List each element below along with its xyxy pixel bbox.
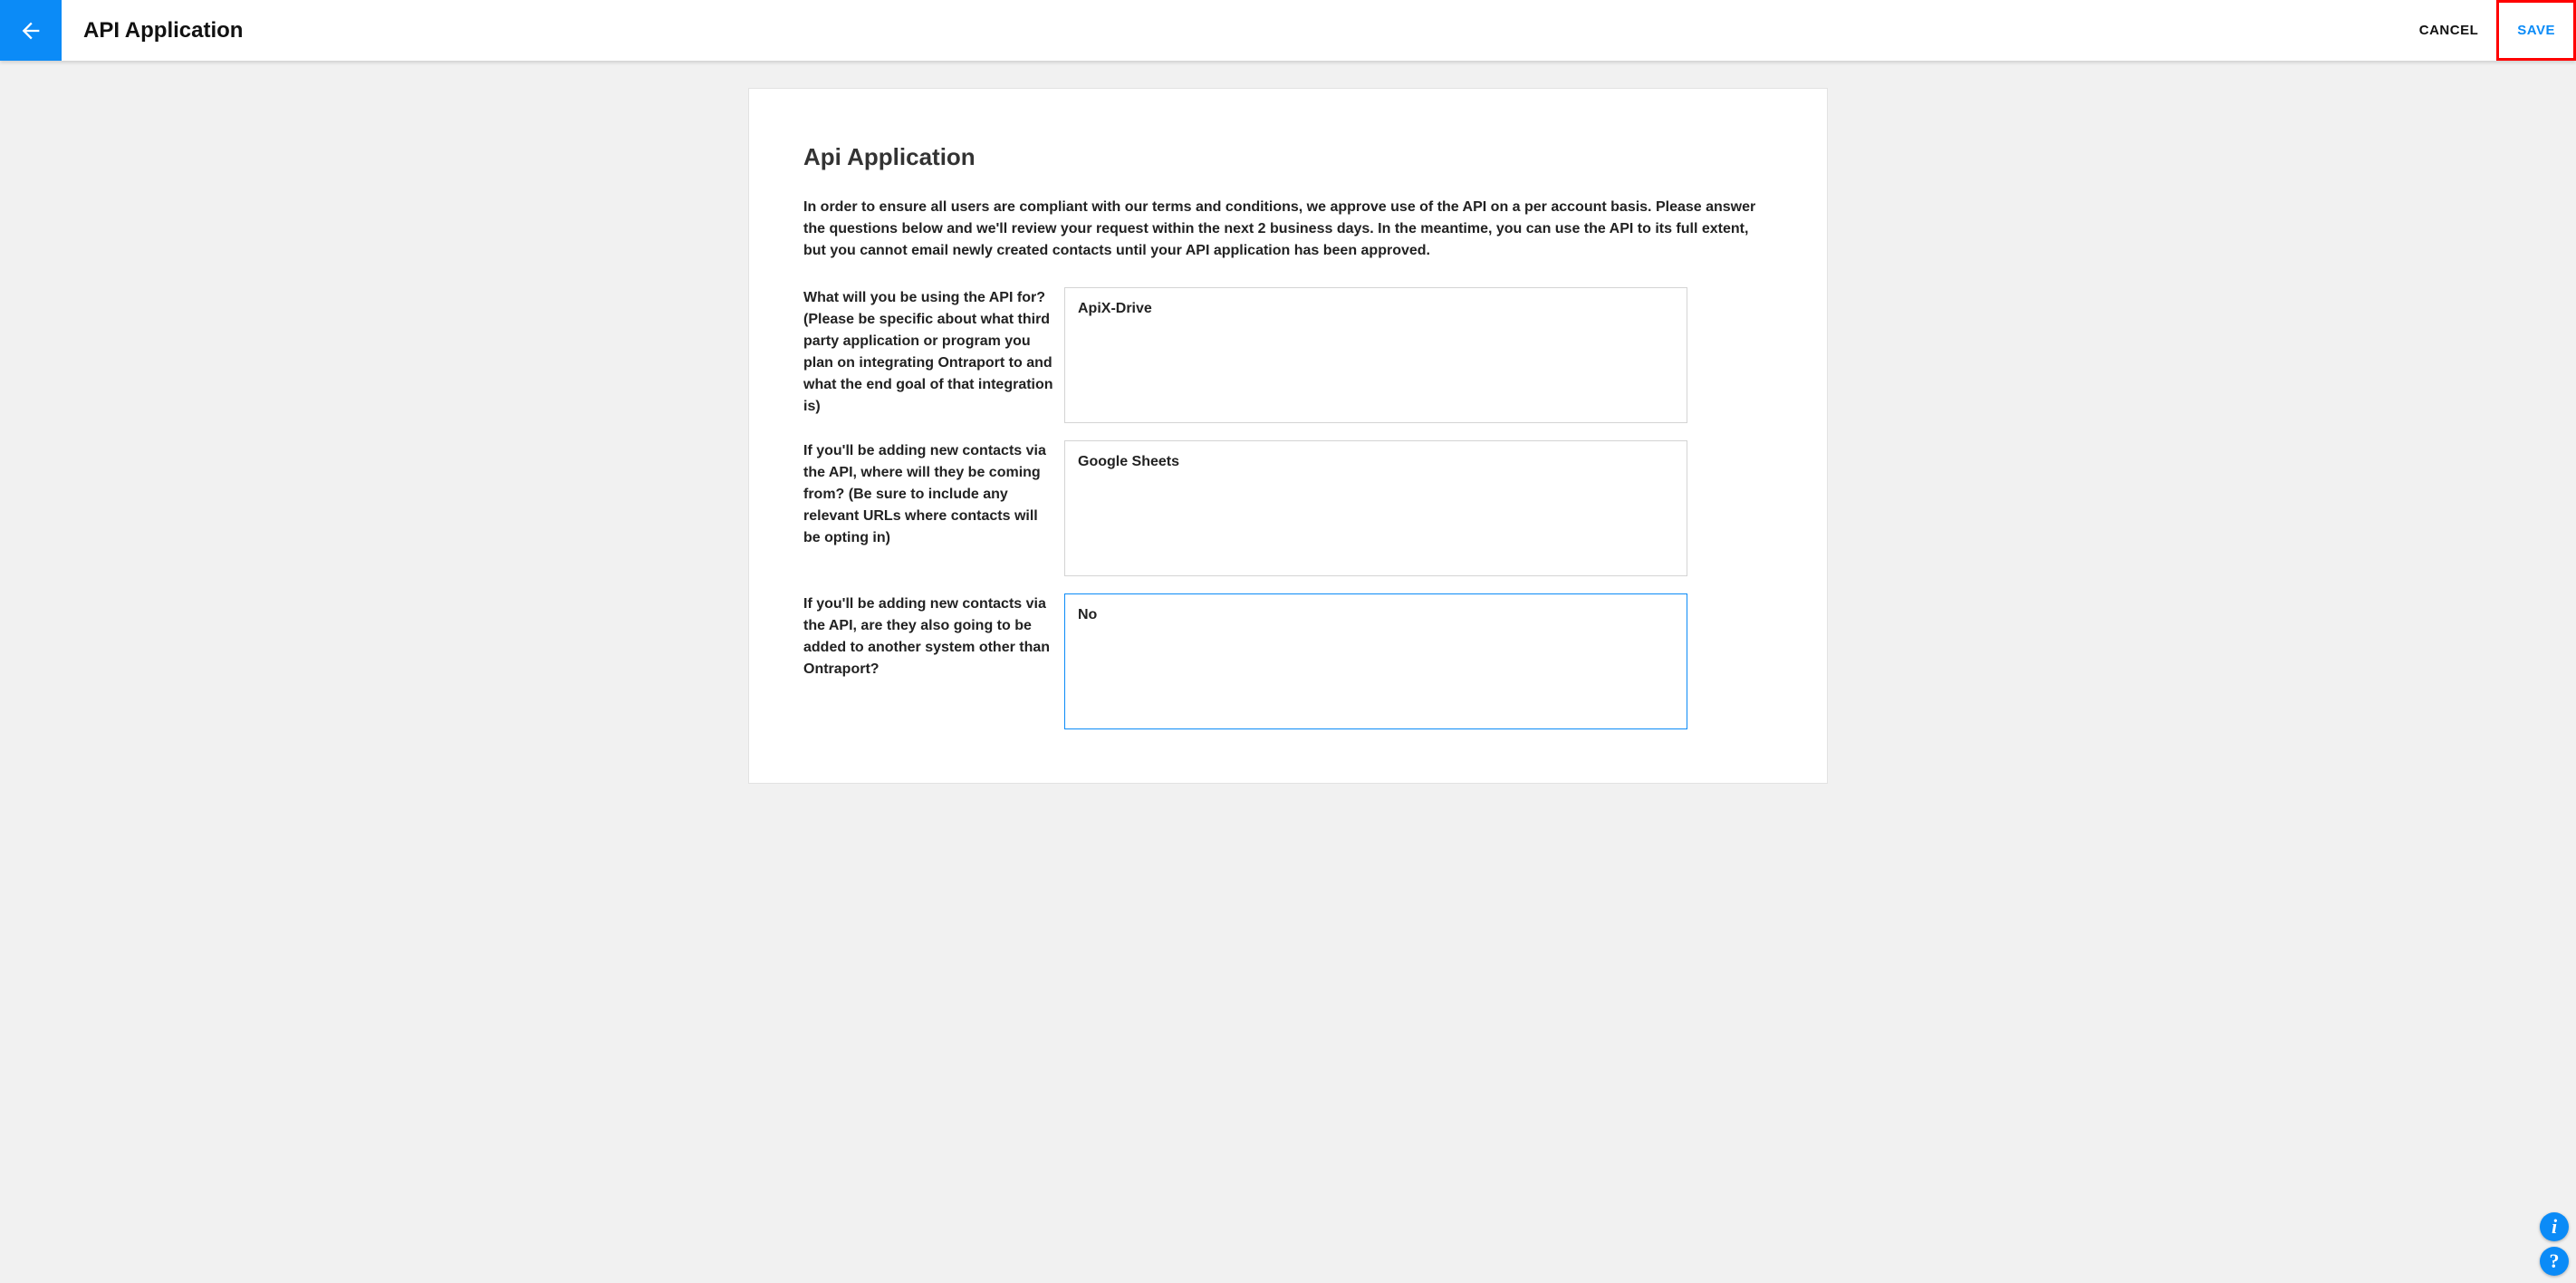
field-input-othersys[interactable] [1064, 593, 1687, 729]
form-row-source: If you'll be adding new contacts via the… [803, 440, 1773, 581]
info-button[interactable]: i [2540, 1212, 2569, 1241]
content-area: Api Application In order to ensure all u… [0, 61, 2576, 784]
arrow-left-icon [18, 18, 43, 43]
back-button[interactable] [0, 0, 62, 61]
field-input-source[interactable] [1064, 440, 1687, 576]
cancel-button[interactable]: CANCEL [2401, 0, 2497, 61]
save-button-highlight: SAVE [2496, 0, 2576, 61]
header-actions: CANCEL SAVE [2401, 0, 2576, 61]
help-icon: ? [2550, 1251, 2560, 1271]
field-input-usage[interactable] [1064, 287, 1687, 423]
page-header: API Application CANCEL SAVE [0, 0, 2576, 61]
form-row-usage: What will you be using the API for? (Ple… [803, 287, 1773, 428]
form-intro: In order to ensure all users are complia… [803, 197, 1773, 262]
page-title: API Application [83, 18, 243, 43]
help-button[interactable]: ? [2540, 1247, 2569, 1276]
floating-buttons: i ? [2540, 1212, 2569, 1276]
info-icon: i [2552, 1217, 2557, 1237]
save-button[interactable]: SAVE [2499, 3, 2573, 58]
form-title: Api Application [803, 143, 1773, 171]
field-label-source: If you'll be adding new contacts via the… [803, 440, 1064, 549]
form-card: Api Application In order to ensure all u… [748, 88, 1828, 784]
field-label-usage: What will you be using the API for? (Ple… [803, 287, 1064, 418]
form-row-othersys: If you'll be adding new contacts via the… [803, 593, 1773, 734]
field-label-othersys: If you'll be adding new contacts via the… [803, 593, 1064, 680]
